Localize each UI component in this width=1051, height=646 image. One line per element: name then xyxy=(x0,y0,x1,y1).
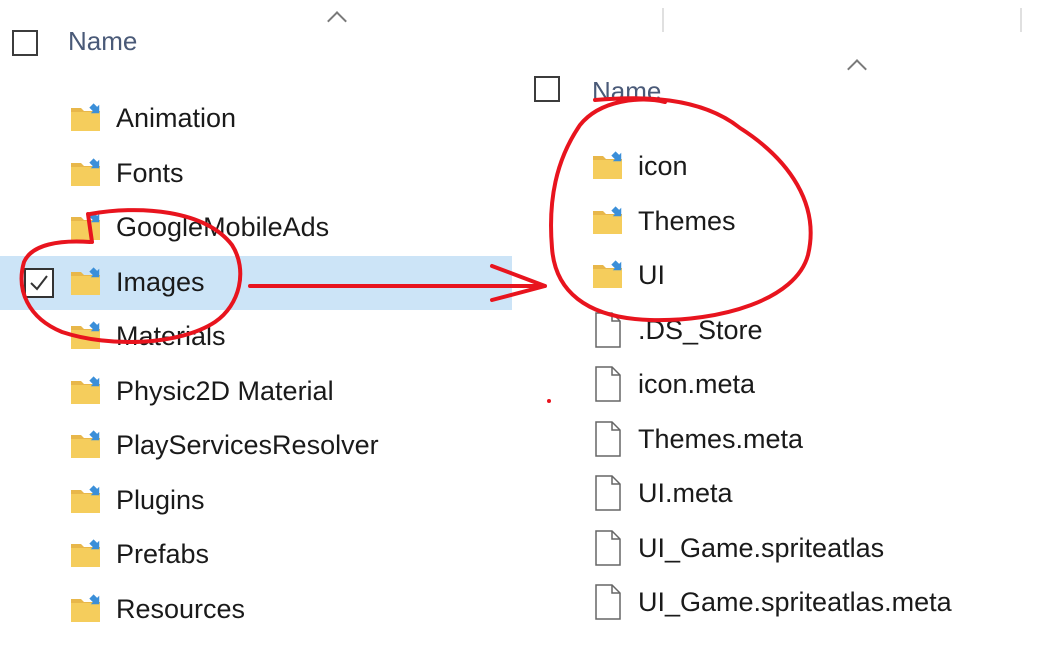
file-icon xyxy=(594,366,622,402)
pinned-folder-icon xyxy=(70,266,104,298)
pinned-folder-icon xyxy=(70,375,104,407)
right-file-list-pane: Name icon Themes UI .DS_Store icon.meta Theme… xyxy=(512,40,1051,646)
file-row[interactable]: Fonts xyxy=(0,147,512,201)
file-name-label: Plugins xyxy=(116,484,205,515)
name-column-header[interactable]: Name xyxy=(592,76,661,107)
pinned-folder-icon xyxy=(70,429,104,461)
file-name-label: UI_Game.spriteatlas xyxy=(638,532,885,563)
pinned-folder-icon xyxy=(70,320,104,352)
file-row[interactable]: UI xyxy=(512,249,1051,303)
sort-ascending-icon[interactable] xyxy=(847,59,867,79)
file-name-label: .DS_Store xyxy=(638,314,763,345)
file-name-label: Physic2D Material xyxy=(116,375,334,406)
file-name-label: UI.meta xyxy=(638,478,733,508)
pinned-folder-icon xyxy=(70,484,104,516)
file-name-label: UI_Game.spriteatlas.meta xyxy=(638,587,952,617)
column-divider[interactable] xyxy=(662,8,664,32)
pinned-folder-icon xyxy=(70,157,104,189)
file-name-label: icon xyxy=(638,151,688,181)
file-name-label: icon.meta xyxy=(638,369,756,399)
file-row[interactable]: UI_Game.spriteatlas xyxy=(512,522,1051,576)
pinned-folder-icon xyxy=(70,102,104,134)
file-row[interactable]: Plugins xyxy=(0,474,512,528)
file-name-label: Resources xyxy=(116,593,246,624)
column-divider[interactable] xyxy=(1020,8,1022,32)
file-row[interactable]: UI_Game.spriteatlas.meta xyxy=(512,576,1051,630)
file-row[interactable]: UI.meta xyxy=(512,467,1051,521)
file-name-label: UI xyxy=(638,260,665,290)
folder-icon xyxy=(592,259,626,291)
file-row[interactable]: icon.meta xyxy=(512,358,1051,412)
file-icon xyxy=(594,420,622,457)
file-row[interactable]: Materials xyxy=(0,310,512,364)
file-row[interactable]: Physic2D Material xyxy=(0,365,512,419)
file-row[interactable]: Themes.meta xyxy=(512,413,1051,467)
file-icon xyxy=(594,475,622,511)
file-row[interactable]: Animation xyxy=(0,92,512,146)
file-name-label: GoogleMobileAds xyxy=(116,212,330,242)
folder-icon xyxy=(592,150,626,182)
name-column-header[interactable]: Name xyxy=(68,26,137,57)
file-name-label: Prefabs xyxy=(116,539,210,569)
file-name-label: Images xyxy=(116,266,205,297)
file-row[interactable]: icon xyxy=(512,140,1051,194)
pinned-folder-icon xyxy=(70,593,104,625)
file-name-label: Materials xyxy=(116,321,226,351)
file-name-label: Themes xyxy=(638,205,736,236)
file-icon xyxy=(594,529,622,566)
checkmark-icon xyxy=(30,274,48,291)
left-file-list-pane: Name Animation Fonts GoogleMobileAds Images… xyxy=(0,0,512,646)
sort-ascending-icon[interactable] xyxy=(327,11,347,31)
right-pane-top-strip xyxy=(512,0,1051,40)
file-icon xyxy=(594,584,622,620)
file-icon xyxy=(594,311,622,348)
file-row[interactable]: Themes xyxy=(512,195,1051,249)
file-row[interactable]: Prefabs xyxy=(0,528,512,582)
file-name-label: Themes.meta xyxy=(638,423,804,454)
file-row[interactable]: GoogleMobileAds xyxy=(0,201,512,255)
file-row[interactable]: Resources xyxy=(0,583,512,637)
select-all-checkbox[interactable] xyxy=(12,30,38,56)
pinned-folder-icon xyxy=(70,538,104,570)
file-row[interactable]: PlayServicesResolver xyxy=(0,419,512,473)
file-row[interactable]: Images xyxy=(0,255,512,310)
file-name-label: Animation xyxy=(116,103,237,133)
row-checkbox[interactable] xyxy=(24,267,54,298)
pinned-folder-icon xyxy=(70,211,104,243)
file-name-label: PlayServicesResolver xyxy=(116,430,379,460)
file-name-label: Fonts xyxy=(116,157,184,188)
select-all-checkbox[interactable] xyxy=(534,76,560,102)
file-row[interactable]: .DS_Store xyxy=(512,304,1051,358)
folder-icon xyxy=(592,205,626,237)
